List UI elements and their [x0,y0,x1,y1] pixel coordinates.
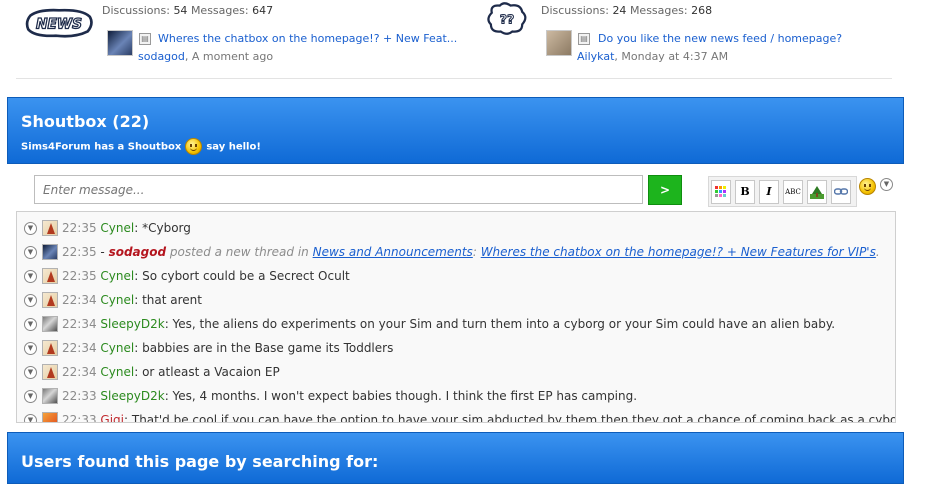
forum-news: NEWS Discussions: 54 Messages: 647 ▤ Whe… [22,0,462,80]
latest-thread-meta: Ailykat, Monday at 4:37 AM [577,50,729,63]
latest-poster-name[interactable]: sodagod [138,50,185,63]
forum-stats-strip: NEWS Discussions: 54 Messages: 647 ▤ Whe… [0,0,935,84]
message-username[interactable]: Cynel [100,293,134,307]
shoutbox-header: Shoutbox (22) Sims4Forum has a Shoutbox s… [7,97,904,164]
chevron-down-icon[interactable]: ▼ [24,366,37,379]
message-username[interactable]: SleepyD2k [100,317,164,331]
forum-stats-text: Discussions: 54 Messages: 647 [102,4,274,17]
shoutbox-title: Shoutbox (22) [21,112,150,131]
list-item: ▼ 22:34 Cynel: or atleast a Vacaion EP [17,360,895,384]
chevron-down-icon[interactable]: ▼ [24,342,37,355]
news-logo-text: NEWS [36,16,82,32]
avatar[interactable] [42,316,58,332]
list-item: ▼ 22:33 Gigi: That'd be cool if you can … [17,408,895,422]
chevron-down-icon[interactable]: ▼ [24,414,37,422]
thread-icon: ▤ [578,33,590,45]
message-username[interactable]: Cynel [100,221,134,235]
chevron-down-icon[interactable]: ▼ [24,318,37,331]
list-item: ▼ 22:35 - sodagod posted a new thread in… [17,240,895,264]
latest-thread-meta: sodagod, A moment ago [138,50,274,63]
emoji-picker-icon[interactable] [859,178,876,195]
avatar[interactable] [42,412,58,422]
latest-thread-link[interactable]: Do you like the new news feed / homepage… [598,32,842,45]
send-button[interactable]: > [648,175,682,205]
shoutbox-messages[interactable]: ▼ 22:35 Cynel: *Cyborg ▼ 22:35 - sodagod… [16,211,896,423]
avatar[interactable] [42,244,58,260]
message-username[interactable]: sodagod [109,245,167,259]
avatar[interactable] [42,268,58,284]
message-username[interactable]: Cynel [100,269,134,283]
message-username[interactable]: Cynel [100,341,134,355]
thread-icon: ▤ [139,33,151,45]
list-item: ▼ 22:35 Cynel: So cybort could be a Secr… [17,264,895,288]
latest-poster-avatar[interactable] [107,30,133,56]
chevron-down-icon[interactable]: ▼ [24,246,37,259]
color-picker-icon[interactable] [711,180,731,204]
list-item: ▼ 22:33 SleepyD2k: Yes, 4 months. I won'… [17,384,895,408]
link-icon[interactable] [831,180,851,204]
forum-questions: ?? Discussions: 24 Messages: 268 ▤ Do yo… [470,0,890,80]
question-logo-icon[interactable]: ?? [472,2,542,36]
search-terms-header: Users found this page by searching for: [7,432,904,484]
avatar[interactable] [42,364,58,380]
search-terms-title: Users found this page by searching for: [21,452,379,471]
message-username[interactable]: SleepyD2k [100,389,164,403]
thread-link[interactable]: Wheres the chatbox on the homepage!? + N… [481,245,876,259]
list-item: ▼ 22:34 Cynel: that arent [17,288,895,312]
image-icon[interactable] [807,180,827,204]
latest-thread-link[interactable]: Wheres the chatbox on the homepage!? + N… [158,32,457,45]
spellcheck-button[interactable]: ABC [783,180,803,204]
list-item: ▼ 22:34 Cynel: babbies are in the Base g… [17,336,895,360]
chevron-down-icon[interactable]: ▼ [24,294,37,307]
question-logo-text: ?? [500,11,515,26]
chevron-down-icon[interactable]: ▼ [24,390,37,403]
news-logo-icon[interactable]: NEWS [24,6,94,40]
smiley-icon [185,138,203,155]
chevron-down-icon[interactable]: ▼ [24,270,37,283]
avatar[interactable] [42,340,58,356]
italic-button[interactable]: I [759,180,779,204]
chevron-down-icon[interactable]: ▼ [24,222,37,235]
avatar[interactable] [42,388,58,404]
latest-poster-avatar[interactable] [546,30,572,56]
list-item: ▼ 22:34 SleepyD2k: Yes, the aliens do ex… [17,312,895,336]
list-item: ▼ 22:35 Cynel: *Cyborg [17,216,895,240]
divider [16,78,892,79]
shoutbox-message-input[interactable] [34,175,643,204]
avatar[interactable] [42,292,58,308]
avatar[interactable] [42,220,58,236]
chevron-down-icon[interactable]: ▼ [880,178,893,191]
message-username[interactable]: Gigi [100,413,124,422]
shoutbox-subtitle: Sims4Forum has a Shoutbox say hello! [21,138,261,155]
formatting-toolbar: B I ABC [708,176,857,207]
message-username[interactable]: Cynel [100,365,134,379]
bold-button[interactable]: B [735,180,755,204]
forum-link[interactable]: News and Announcements [313,245,473,259]
forum-stats-text: Discussions: 24 Messages: 268 [541,4,713,17]
latest-poster-name[interactable]: Ailykat [577,50,614,63]
